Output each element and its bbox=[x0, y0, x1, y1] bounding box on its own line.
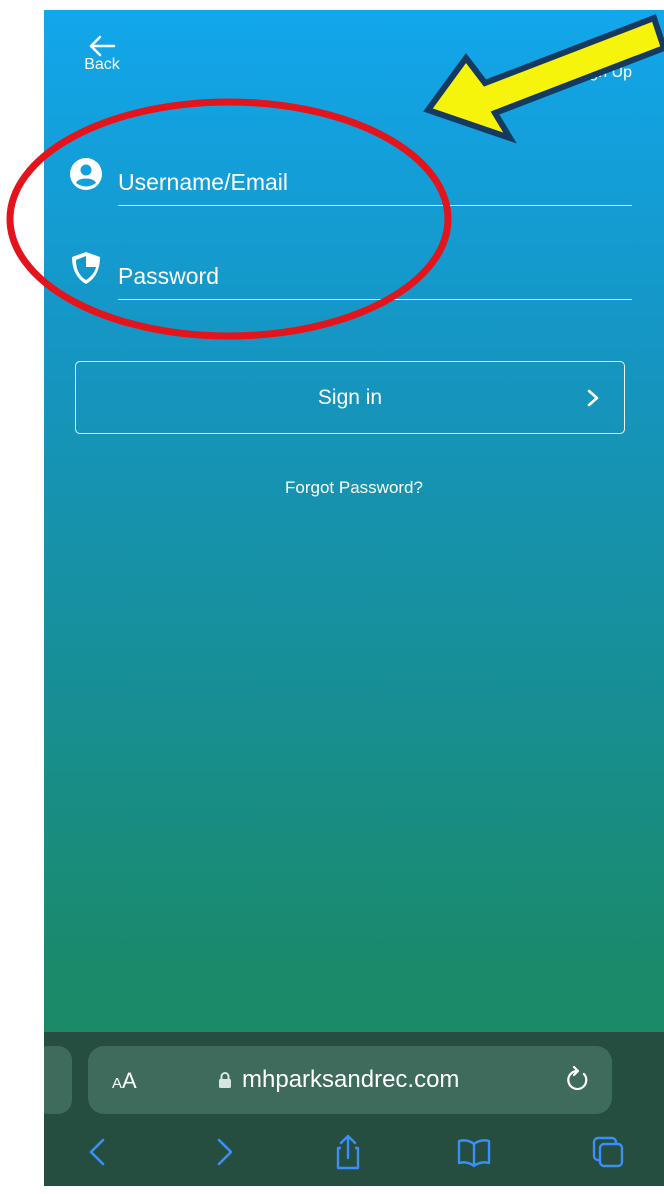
tabs-icon bbox=[592, 1136, 624, 1168]
arrow-left-icon bbox=[89, 35, 116, 57]
bookmarks-button[interactable] bbox=[454, 1132, 494, 1172]
password-underline bbox=[118, 298, 632, 300]
tabs-button[interactable] bbox=[588, 1132, 628, 1172]
chevron-right-icon bbox=[587, 389, 599, 407]
share-icon bbox=[336, 1134, 360, 1170]
url-text: mhparksandrec.com bbox=[242, 1066, 460, 1093]
previous-tab-edge[interactable] bbox=[44, 1046, 72, 1114]
browser-nav-row bbox=[44, 1132, 664, 1176]
username-placeholder: Username/Email bbox=[118, 169, 288, 195]
username-field[interactable]: Username/Email bbox=[68, 156, 632, 206]
lock-icon bbox=[219, 1072, 231, 1088]
url-display[interactable]: mhparksandrec.com bbox=[218, 1066, 459, 1094]
sign-in-button[interactable]: Sign in bbox=[75, 361, 625, 434]
back-label: Back bbox=[84, 56, 120, 73]
chevron-left-icon bbox=[89, 1138, 105, 1166]
username-underline bbox=[118, 204, 632, 206]
text-size-large-a: A bbox=[122, 1068, 137, 1093]
chevron-right-icon bbox=[217, 1138, 233, 1166]
sign-up-link[interactable]: Sign Up bbox=[575, 64, 632, 82]
back-button[interactable]: Back bbox=[78, 34, 126, 86]
text-size-button[interactable]: AA bbox=[112, 1068, 137, 1094]
shield-icon bbox=[72, 252, 100, 284]
password-field[interactable]: Password bbox=[68, 250, 632, 300]
share-button[interactable] bbox=[328, 1132, 368, 1172]
safari-toolbar: AA mhparksandrec.com bbox=[44, 1032, 664, 1186]
sign-in-label: Sign in bbox=[317, 386, 383, 409]
text-size-small-a: A bbox=[112, 1075, 123, 1092]
book-icon bbox=[457, 1139, 491, 1168]
user-circle-icon bbox=[70, 158, 102, 190]
nav-forward-button[interactable] bbox=[204, 1132, 244, 1172]
address-bar[interactable]: AA mhparksandrec.com bbox=[88, 1046, 612, 1114]
reload-icon[interactable] bbox=[564, 1066, 590, 1094]
password-placeholder: Password bbox=[118, 263, 219, 289]
forgot-password-link[interactable]: Forgot Password? bbox=[44, 478, 664, 498]
app-screen: Back Sign Up Username/Email Password Sig… bbox=[44, 10, 664, 1186]
nav-back-button[interactable] bbox=[78, 1132, 118, 1172]
